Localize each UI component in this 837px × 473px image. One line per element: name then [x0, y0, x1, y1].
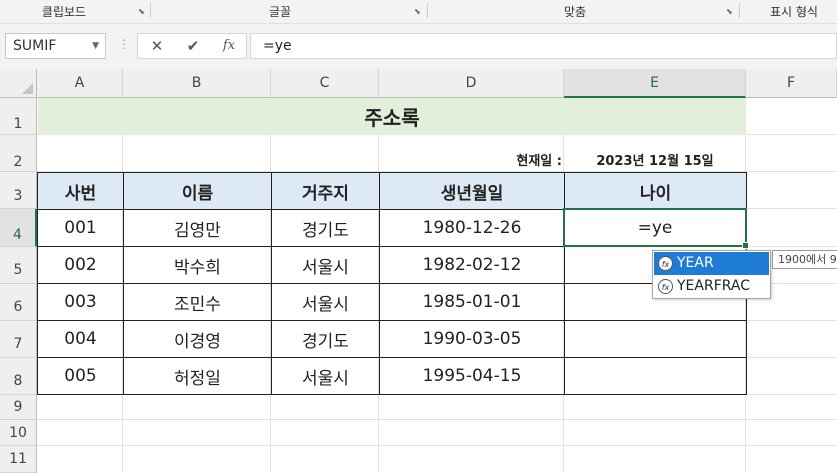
enter-icon[interactable]: ✔: [178, 34, 208, 58]
row-header-2[interactable]: 2: [0, 135, 37, 172]
table-cell-id[interactable]: 005: [37, 357, 124, 395]
header-age[interactable]: 나이: [564, 172, 747, 210]
table-cell-id[interactable]: 001: [37, 209, 124, 247]
ribbon-group-alignment: 맞춤: [563, 5, 587, 19]
autocomplete-item-label: YEARFRAC: [677, 278, 751, 294]
formula-buttons: ✕ ✔ fx: [137, 33, 247, 59]
alignment-launcher-icon[interactable]: ⬊: [726, 8, 734, 16]
table-cell-birthdate[interactable]: 1990-03-05: [379, 320, 565, 358]
autocomplete-item-label: YEAR: [677, 255, 714, 271]
autocomplete-item-year[interactable]: fx YEAR: [654, 252, 769, 275]
function-tooltip: 1900에서 9: [772, 250, 837, 269]
row-header-9[interactable]: 9: [0, 395, 37, 420]
table-cell-residence[interactable]: 서울시: [271, 357, 380, 395]
table-cell-id[interactable]: 003: [37, 283, 124, 321]
row-header-10[interactable]: 10: [0, 420, 37, 446]
table-cell-residence[interactable]: 서울시: [271, 246, 380, 284]
gridline: [37, 445, 837, 446]
select-all-icon: [22, 83, 33, 94]
table-cell-id[interactable]: 004: [37, 320, 124, 358]
column-header-c[interactable]: C: [271, 69, 379, 98]
ribbon-group-font: 글꼴: [268, 5, 292, 19]
cancel-icon[interactable]: ✕: [142, 34, 172, 58]
name-box-value: SUMIF: [13, 38, 57, 54]
date-value[interactable]: 2023년 12월 15일: [564, 150, 746, 169]
table-cell-name[interactable]: 조민수: [123, 283, 272, 321]
table-cell-name[interactable]: 허정일: [123, 357, 272, 395]
row-header-4[interactable]: 4: [0, 209, 37, 247]
select-all-corner[interactable]: [0, 69, 37, 98]
table-cell-residence[interactable]: 경기도: [271, 320, 380, 358]
row-header-5[interactable]: 5: [0, 247, 37, 284]
name-box[interactable]: SUMIF ▼: [5, 33, 106, 59]
table-cell-id[interactable]: 002: [37, 246, 124, 284]
function-icon: fx: [658, 256, 673, 271]
table-cell-name[interactable]: 이경영: [123, 320, 272, 358]
clipboard-launcher-icon[interactable]: ⬊: [138, 8, 146, 16]
function-icon: fx: [658, 279, 673, 294]
date-label[interactable]: 현재일 :: [400, 150, 562, 169]
header-name[interactable]: 이름: [123, 172, 272, 210]
table-cell-residence[interactable]: 경기도: [271, 209, 380, 247]
table-cell-age[interactable]: [564, 357, 747, 395]
fill-handle[interactable]: [742, 242, 749, 249]
chevron-down-icon[interactable]: ▼: [92, 34, 99, 58]
formula-input[interactable]: =ye: [250, 33, 837, 59]
row-header-1[interactable]: 1: [0, 98, 37, 135]
row-header-7[interactable]: 7: [0, 321, 37, 358]
header-residence[interactable]: 거주지: [271, 172, 380, 210]
ribbon-group-bar: 클립보드 ⬊ 글꼴 ⬊ 맞춤 ⬊ 표시 형식: [0, 0, 837, 24]
table-cell-name[interactable]: 김영만: [123, 209, 272, 247]
row-header-3[interactable]: 3: [0, 172, 37, 209]
table-cell-age[interactable]: [564, 320, 747, 358]
header-employee-id[interactable]: 사번: [37, 172, 124, 210]
row-header-11[interactable]: 11: [0, 446, 37, 473]
function-autocomplete-list: fx YEAR fx YEARFRAC: [652, 250, 771, 299]
column-header-f[interactable]: F: [746, 69, 837, 98]
table-cell-birthdate[interactable]: 1995-04-15: [379, 357, 565, 395]
column-header-a[interactable]: A: [37, 69, 123, 98]
row-header-8[interactable]: 8: [0, 358, 37, 395]
drag-handle-icon[interactable]: ⋮: [118, 37, 130, 51]
autocomplete-item-yearfrac[interactable]: fx YEARFRAC: [654, 275, 769, 298]
table-cell-name[interactable]: 박수희: [123, 246, 272, 284]
ribbon-group-number: 표시 형식: [770, 5, 818, 19]
column-header-b[interactable]: B: [123, 69, 271, 98]
row-header-6[interactable]: 6: [0, 284, 37, 321]
sheet-title[interactable]: 주소록: [38, 98, 746, 135]
formula-bar: SUMIF ▼ ⋮ ✕ ✔ fx =ye: [0, 24, 837, 69]
ribbon-group-clipboard: 클립보드: [41, 5, 87, 19]
insert-function-icon[interactable]: fx: [214, 34, 244, 58]
column-header-e[interactable]: E: [564, 69, 746, 98]
header-birthdate[interactable]: 생년월일: [379, 172, 565, 210]
table-cell-birthdate[interactable]: 1980-12-26: [379, 209, 565, 247]
table-cell-birthdate[interactable]: 1982-02-12: [379, 246, 565, 284]
font-launcher-icon[interactable]: ⬊: [414, 8, 422, 16]
gridline: [37, 419, 837, 420]
column-header-d[interactable]: D: [379, 69, 564, 98]
active-cell-e4[interactable]: =ye: [563, 208, 747, 247]
table-cell-residence[interactable]: 서울시: [271, 283, 380, 321]
table-cell-birthdate[interactable]: 1985-01-01: [379, 283, 565, 321]
